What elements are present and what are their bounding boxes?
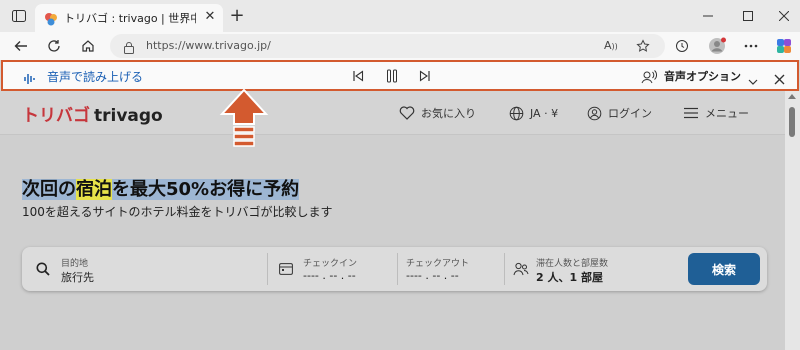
trivago-favicon-icon [44, 11, 58, 26]
site-info-icon[interactable] [123, 39, 135, 58]
heart-icon [399, 105, 415, 121]
search-button[interactable]: 検索 [688, 253, 760, 285]
copilot-icon[interactable] [774, 36, 794, 56]
search-form: 目的地 旅行先 チェックイン ---- . -- . -- チェックアウト --… [22, 247, 767, 291]
destination-field[interactable]: 目的地 旅行先 [22, 247, 266, 291]
web-page: トリバゴ trivago お気に入り JA · ¥ ログイン メニュー 次回の宿泊… [0, 91, 785, 350]
navigation-bar: https://www.trivago.jp/ A)) [0, 32, 800, 60]
favorites-link[interactable]: お気に入り [399, 105, 476, 121]
voice-options-label[interactable]: 音声オプション [664, 68, 741, 84]
previous-paragraph-icon[interactable] [350, 68, 366, 84]
hero-title: 次回の宿泊を最大50%お得に予約 [22, 175, 300, 201]
tab-strip: トリバゴ : trivago | 世界中のホテル料 ✕ + [0, 0, 800, 32]
more-icon[interactable] [741, 36, 761, 56]
checkout-value: ---- . -- . -- [406, 269, 459, 282]
checkin-value: ---- . -- . -- [303, 269, 356, 282]
next-paragraph-icon[interactable] [417, 68, 433, 84]
tab-title: トリバゴ : trivago | 世界中のホテル料 [64, 12, 196, 25]
sound-wave-icon [23, 70, 37, 89]
page-scrollbar[interactable] [785, 91, 800, 350]
guests-rooms-field[interactable]: 滞在人数と部屋数 2 人、1 部屋 [505, 247, 680, 291]
scroll-up-icon[interactable] [788, 94, 796, 99]
close-read-aloud-icon[interactable] [774, 70, 785, 89]
read-aloud-label: 音声で読み上げる [47, 70, 144, 84]
chevron-down-icon[interactable] [748, 71, 758, 90]
destination-label: 目的地 [61, 259, 89, 269]
hero-title-highlight: 宿泊 [76, 179, 112, 200]
favorites-label: お気に入り [421, 107, 476, 120]
home-icon[interactable] [78, 36, 98, 56]
back-icon[interactable] [11, 36, 31, 56]
logo-japanese: トリバゴ [22, 106, 90, 126]
voice-options-icon[interactable] [641, 69, 657, 88]
new-tab-icon[interactable]: + [229, 7, 245, 25]
hero-title-part2: を最大50%お得に予約 [112, 179, 300, 200]
guests-icon [513, 262, 529, 276]
read-aloud-bar: 音声で読み上げる 音声オプション [1, 60, 799, 91]
history-icon[interactable] [672, 36, 692, 56]
read-aloud-icon[interactable]: A)) [604, 39, 618, 52]
logo-english: trivago [94, 106, 163, 126]
user-icon [586, 105, 602, 121]
menu-button[interactable]: メニュー [683, 105, 749, 121]
pause-icon[interactable] [384, 68, 400, 84]
guests-label: 滞在人数と部屋数 [536, 259, 609, 269]
address-bar[interactable]: https://www.trivago.jp/ A)) [110, 34, 665, 58]
site-header: トリバゴ trivago お気に入り JA · ¥ ログイン メニュー [0, 91, 785, 135]
url-text: https://www.trivago.jp/ [146, 39, 271, 52]
language-currency-selector[interactable]: JA · ¥ [508, 105, 558, 121]
checkout-label: チェックアウト [406, 259, 470, 269]
close-window-icon[interactable] [774, 8, 794, 24]
trivago-logo[interactable]: トリバゴ trivago [22, 101, 163, 126]
checkin-field[interactable]: チェックイン ---- . -- . -- [268, 247, 396, 291]
checkout-field[interactable]: チェックアウト ---- . -- . -- [398, 247, 503, 291]
favorite-star-icon[interactable] [636, 38, 650, 57]
close-tab-icon[interactable]: ✕ [203, 10, 217, 24]
minimize-icon[interactable] [698, 8, 718, 24]
hamburger-icon [683, 105, 699, 121]
login-link[interactable]: ログイン [586, 105, 652, 121]
refresh-icon[interactable] [44, 36, 64, 56]
tab-actions-icon[interactable] [9, 6, 29, 26]
scroll-thumb[interactable] [789, 107, 795, 137]
destination-value: 旅行先 [61, 271, 94, 284]
globe-icon [508, 105, 524, 121]
hero-title-part1: 次回の [22, 179, 76, 200]
browser-tab[interactable]: トリバゴ : trivago | 世界中のホテル料 ✕ [35, 4, 223, 32]
calendar-icon [279, 262, 293, 275]
hero-subtitle: 100を超えるサイトのホテル料金をトリバゴが比較します [22, 205, 333, 219]
login-label: ログイン [608, 107, 652, 120]
profile-avatar-icon[interactable] [707, 36, 727, 56]
annotation-up-arrow-icon [219, 88, 269, 148]
language-label: JA · ¥ [530, 106, 559, 120]
menu-label: メニュー [705, 107, 749, 120]
maximize-icon[interactable] [738, 8, 758, 24]
checkin-label: チェックイン [303, 259, 358, 269]
guests-value: 2 人、1 部屋 [536, 271, 603, 284]
